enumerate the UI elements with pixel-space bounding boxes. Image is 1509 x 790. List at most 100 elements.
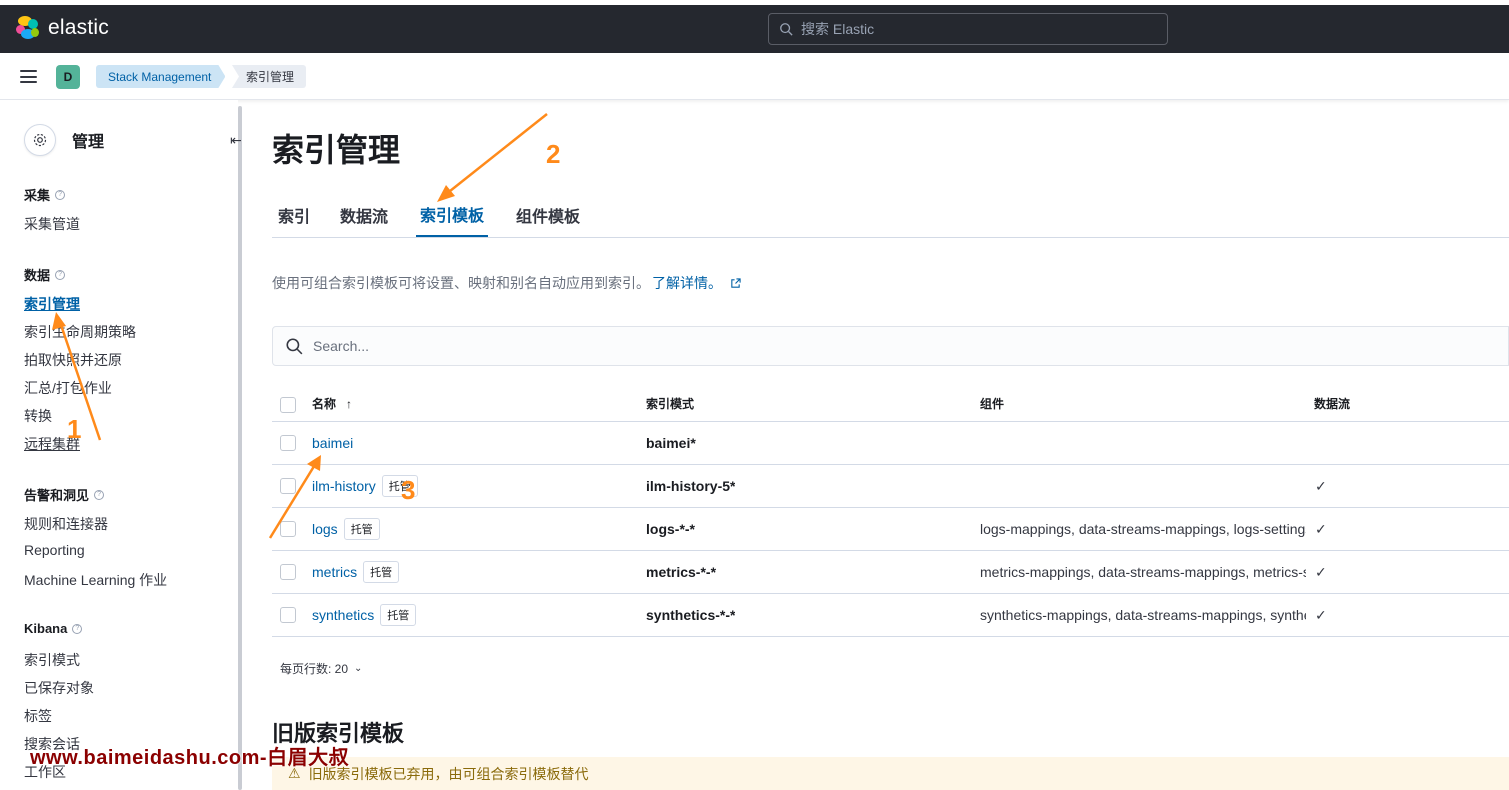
select-all-checkbox[interactable] <box>280 397 296 413</box>
table-row: logs 托管 logs-*-* logs-mappings, data-stre… <box>272 508 1509 551</box>
tab-index-templates[interactable]: 索引模板 <box>416 193 488 237</box>
components: synthetics-mappings, data-streams-mappin… <box>980 607 1306 623</box>
check-icon: ✓ <box>1315 606 1327 623</box>
check-icon: ✓ <box>1315 477 1327 494</box>
column-header-data-stream: 数据流 <box>1314 397 1351 411</box>
search-icon <box>780 23 793 36</box>
page-description: 使用可组合索引模板可将设置、映射和别名自动应用到索引。 了解详情。 <box>272 273 741 293</box>
sidebar-item-index-management[interactable]: 索引管理 <box>24 294 80 314</box>
table-row: synthetics 托管 synthetics-*-* synthetics-m… <box>272 594 1509 637</box>
sidebar-item-ilm-policies[interactable]: 索引生命周期策略 <box>24 322 136 342</box>
template-name-link[interactable]: ilm-history <box>312 478 376 494</box>
sidebar-item-transforms[interactable]: 转换 <box>24 406 52 426</box>
collapse-sidebar-icon[interactable]: ⇤ <box>230 132 242 149</box>
column-header-components: 组件 <box>980 397 1005 411</box>
sidebar-header: 管理 <box>24 124 104 156</box>
chevron-down-icon: ⌄ <box>354 663 363 674</box>
table-header-row: 名称 ↑ 索引模式 组件 数据流 <box>272 386 1509 422</box>
components <box>980 465 1306 507</box>
global-search-placeholder: 搜索 Elastic <box>801 21 875 37</box>
search-icon <box>286 338 303 355</box>
templates-search[interactable] <box>272 326 1509 366</box>
sidebar-item-tags[interactable]: 标签 <box>24 706 52 726</box>
row-checkbox[interactable] <box>280 564 296 580</box>
index-pattern: ilm-history-5* <box>646 478 736 494</box>
breadcrumb-index-management: 索引管理 <box>232 65 307 88</box>
index-pattern: synthetics-*-* <box>646 607 736 623</box>
index-templates-table: 名称 ↑ 索引模式 组件 数据流 baimei baimei* ilm-histo… <box>272 386 1509 637</box>
help-icon: ? <box>55 189 66 200</box>
check-icon: ✓ <box>1315 563 1327 580</box>
sidebar-scrollbar[interactable] <box>238 106 242 790</box>
tab-data-streams[interactable]: 数据流 <box>340 193 388 237</box>
global-header: elastic 搜索 Elastic <box>0 0 1509 53</box>
column-header-name[interactable]: 名称 ↑ <box>312 386 352 421</box>
sidebar-group-kibana: Kibana? <box>24 621 83 636</box>
annotation-label-1: 1 <box>67 414 82 444</box>
row-checkbox[interactable] <box>280 435 296 451</box>
help-icon: ? <box>72 623 83 634</box>
deprecation-text: 旧版索引模板已弃用，由可组合索引模板替代 <box>308 765 589 782</box>
table-row: metrics 托管 metrics-*-* metrics-mappings, … <box>272 551 1509 594</box>
rows-per-page-button[interactable]: 每页行数: 20 ⌄ <box>280 660 362 677</box>
template-name-link[interactable]: metrics <box>312 564 357 580</box>
sidebar-item-rollup-jobs[interactable]: 汇总/打包作业 <box>24 378 112 398</box>
table-row: baimei baimei* <box>272 422 1509 465</box>
index-pattern: metrics-*-* <box>646 564 717 580</box>
index-pattern: logs-*-* <box>646 521 695 537</box>
page-title: 索引管理 <box>272 132 401 168</box>
breadcrumb-stack-management[interactable]: Stack Management <box>96 65 225 88</box>
description-text: 使用可组合索引模板可将设置、映射和别名自动应用到索引。 <box>272 275 650 291</box>
sidebar-item-reporting[interactable]: Reporting <box>24 542 85 558</box>
components <box>980 422 1306 464</box>
elastic-logo[interactable]: elastic <box>16 16 109 40</box>
sidebar-title: 管理 <box>72 134 105 151</box>
sidebar-item-rules-connectors[interactable]: 规则和连接器 <box>24 514 108 534</box>
index-pattern: baimei* <box>646 435 696 451</box>
menu-icon[interactable] <box>20 70 37 83</box>
templates-search-input[interactable] <box>313 338 913 354</box>
components: logs-mappings, data-streams-mappings, lo… <box>980 521 1306 537</box>
help-icon: ? <box>94 489 105 500</box>
learn-more-link[interactable]: 了解详情。 <box>652 273 722 293</box>
table-row: ilm-history 托管 ilm-history-5* ✓ <box>272 465 1509 508</box>
breadcrumb-bar: D Stack Management 索引管理 <box>0 53 1509 100</box>
brand-name: elastic <box>48 16 109 39</box>
check-icon: ✓ <box>1315 520 1327 537</box>
template-name-link[interactable]: baimei <box>312 435 353 451</box>
watermark: www.baimeidashu.com-白眉大叔 <box>30 747 350 769</box>
sidebar-item-index-patterns[interactable]: 索引模式 <box>24 650 80 670</box>
template-name-link[interactable]: logs <box>312 521 338 537</box>
sidebar-group-data: 数据? <box>24 265 66 284</box>
sidebar-item-ml-jobs[interactable]: Machine Learning 作业 <box>24 570 167 590</box>
gear-icon <box>24 124 56 156</box>
column-header-pattern: 索引模式 <box>646 397 695 411</box>
window-top-strip <box>0 0 1509 5</box>
managed-badge: 托管 <box>380 604 417 626</box>
template-name-link[interactable]: synthetics <box>312 607 374 623</box>
row-checkbox[interactable] <box>280 607 296 623</box>
space-avatar[interactable]: D <box>56 65 80 89</box>
row-checkbox[interactable] <box>280 521 296 537</box>
managed-badge: 托管 <box>343 518 380 540</box>
tab-bar: 索引 数据流 索引模板 组件模板 <box>272 193 1509 238</box>
arrow-2 <box>444 113 548 196</box>
global-search-input[interactable]: 搜索 Elastic <box>768 13 1168 45</box>
sidebar-item-ingest-pipelines[interactable]: 采集管道 <box>24 214 80 234</box>
sidebar-group-ingest: 采集? <box>24 185 66 204</box>
help-icon: ? <box>55 269 66 280</box>
sidebar-item-saved-objects[interactable]: 已保存对象 <box>24 678 94 698</box>
annotation-label-2: 2 <box>546 139 561 169</box>
tab-indices[interactable]: 索引 <box>276 193 312 237</box>
external-link-icon <box>731 277 741 288</box>
annotation-label-3: 3 <box>401 475 416 505</box>
tab-component-templates[interactable]: 组件模板 <box>516 193 580 237</box>
rows-per-page-label: 每页行数: 20 <box>280 662 349 676</box>
sidebar-group-alerts: 告警和洞见? <box>24 485 105 504</box>
deprecation-callout: ⚠ 旧版索引模板已弃用，由可组合索引模板替代 <box>272 757 1509 790</box>
row-checkbox[interactable] <box>280 478 296 494</box>
components: metrics-mappings, data-streams-mappings,… <box>980 564 1306 580</box>
sidebar-item-snapshot-restore[interactable]: 拍取快照并还原 <box>24 350 122 370</box>
sort-ascending-icon: ↑ <box>346 396 353 411</box>
elastic-logo-icon <box>16 16 40 40</box>
